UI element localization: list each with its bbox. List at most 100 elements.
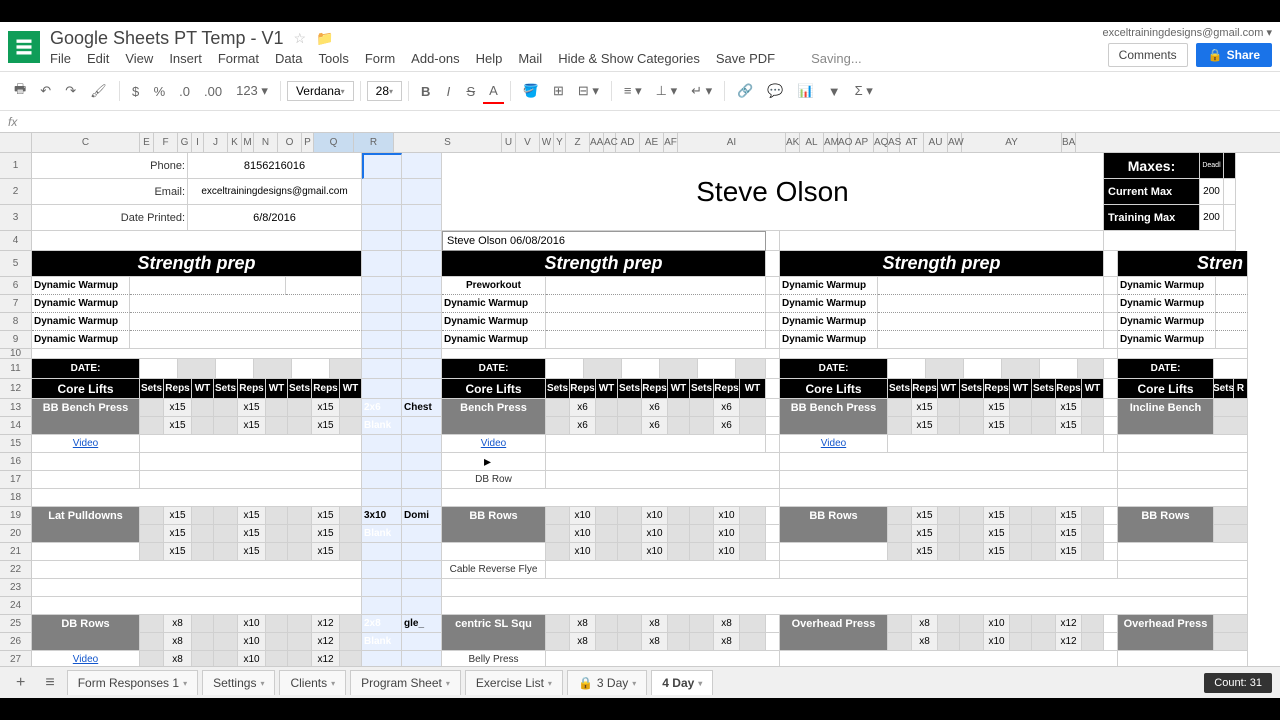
menu-mail[interactable]: Mail — [518, 51, 542, 66]
preworkout-cell[interactable]: Preworkout — [442, 277, 546, 295]
col-header[interactable]: K — [228, 133, 242, 152]
col-header[interactable]: AW — [948, 133, 962, 152]
selected-cell[interactable] — [362, 153, 402, 179]
add-sheet-button[interactable]: + — [8, 670, 33, 696]
exercise-label[interactable]: centric SL Squ — [442, 615, 546, 633]
share-button[interactable]: 🔒 Share — [1196, 43, 1272, 67]
font-size-select[interactable]: 28▾ — [367, 81, 402, 101]
row-header[interactable]: 25 — [0, 615, 31, 633]
col-header[interactable]: AT — [900, 133, 924, 152]
row-header[interactable]: 15 — [0, 435, 31, 453]
row-header[interactable]: 2 — [0, 179, 31, 205]
fill-color-button[interactable]: 🪣 — [517, 79, 545, 103]
video-link[interactable]: Video — [32, 435, 140, 453]
row-header[interactable]: 9 — [0, 331, 31, 349]
functions-button[interactable]: Σ ▾ — [849, 79, 879, 103]
menu-data[interactable]: Data — [275, 51, 302, 66]
video-link[interactable]: Video — [442, 435, 546, 453]
row-header[interactable]: 27 — [0, 651, 31, 666]
decrease-decimal-button[interactable]: .0 — [173, 80, 196, 103]
row-header[interactable]: 10 — [0, 349, 31, 359]
col-header[interactable]: M — [242, 133, 254, 152]
tab-settings[interactable]: Settings▾ — [202, 670, 275, 695]
tag-domi[interactable]: Domi — [402, 507, 442, 525]
comments-button[interactable]: Comments — [1108, 43, 1188, 67]
row-header[interactable]: 7 — [0, 295, 31, 313]
text-color-button[interactable]: A — [483, 79, 504, 104]
sheets-logo[interactable] — [8, 31, 40, 63]
menu-tools[interactable]: Tools — [318, 51, 348, 66]
col-header-selected[interactable]: Q — [314, 133, 354, 152]
menu-savepdf[interactable]: Save PDF — [716, 51, 775, 66]
exercise-label[interactable]: BB Bench Press — [32, 399, 140, 417]
col-header[interactable]: AE — [640, 133, 664, 152]
number-format-button[interactable]: 123 ▾ — [230, 79, 274, 103]
filter-button[interactable]: ▼ — [822, 80, 847, 103]
tab-clients[interactable]: Clients▾ — [279, 670, 346, 695]
link-button[interactable]: 🔗 — [731, 79, 759, 103]
menu-format[interactable]: Format — [218, 51, 259, 66]
col-header[interactable]: J — [204, 133, 228, 152]
col-header[interactable]: AC — [604, 133, 616, 152]
menu-hideshow[interactable]: Hide & Show Categories — [558, 51, 700, 66]
col-header[interactable]: P — [302, 133, 314, 152]
row-header[interactable]: 23 — [0, 579, 31, 597]
cell[interactable] — [362, 205, 402, 231]
col-header[interactable]: AF — [664, 133, 678, 152]
tag-2x8[interactable]: 2x8 — [362, 615, 402, 633]
col-header[interactable]: AA — [590, 133, 604, 152]
col-header[interactable]: BA — [1062, 133, 1076, 152]
col-header[interactable]: AI — [678, 133, 786, 152]
tab-form-responses[interactable]: Form Responses 1▾ — [67, 670, 198, 695]
undo-icon[interactable]: ↶ — [34, 79, 57, 103]
increase-decimal-button[interactable]: .00 — [198, 80, 228, 103]
wrap-button[interactable]: ↵ ▾ — [685, 79, 718, 103]
col-header[interactable]: AU — [924, 133, 948, 152]
row-header[interactable]: 13 — [0, 399, 31, 417]
tab-program-sheet[interactable]: Program Sheet▾ — [350, 670, 461, 695]
col-header[interactable]: G — [178, 133, 192, 152]
menu-edit[interactable]: Edit — [87, 51, 109, 66]
row-header[interactable]: 8 — [0, 313, 31, 331]
cell[interactable] — [442, 205, 1104, 231]
row-header[interactable]: 20 — [0, 525, 31, 543]
exercise-label[interactable]: Lat Pulldowns — [32, 507, 140, 525]
phone-value[interactable]: 8156216016 — [188, 153, 362, 179]
cell[interactable] — [402, 205, 442, 231]
cell[interactable] — [402, 179, 442, 205]
menu-view[interactable]: View — [125, 51, 153, 66]
col-header[interactable]: O — [278, 133, 302, 152]
row-header[interactable]: 21 — [0, 543, 31, 561]
row-header[interactable]: 16 — [0, 453, 31, 471]
exercise-label[interactable]: BB Rows — [442, 507, 546, 525]
menu-help[interactable]: Help — [476, 51, 503, 66]
col-header[interactable]: AP — [850, 133, 874, 152]
col-header[interactable]: E — [140, 133, 154, 152]
max-value[interactable]: 200 — [1200, 205, 1224, 231]
col-header[interactable]: AY — [962, 133, 1062, 152]
row-header[interactable]: 1 — [0, 153, 31, 179]
cell[interactable] — [402, 153, 442, 179]
col-header[interactable]: Z — [566, 133, 590, 152]
menu-form[interactable]: Form — [365, 51, 395, 66]
col-header[interactable]: S — [394, 133, 502, 152]
col-header[interactable]: AQ — [874, 133, 888, 152]
strikethrough-button[interactable]: S — [460, 80, 481, 103]
borders-button[interactable]: ⊞ — [547, 79, 570, 103]
email-value[interactable]: exceltrainingdesigns@gmail.com — [188, 179, 362, 205]
exercise-label[interactable]: Bench Press — [442, 399, 546, 417]
tag-blank[interactable]: Blank — [362, 525, 402, 543]
italic-button[interactable]: I — [438, 80, 458, 103]
spreadsheet-grid[interactable]: C E F G I J K M N O P Q R S U V W Y Z AA… — [0, 133, 1280, 666]
tag-gle[interactable]: gle_ — [402, 615, 442, 633]
row-header[interactable]: 26 — [0, 633, 31, 651]
date-value[interactable]: 6/8/2016 — [188, 205, 362, 231]
col-header[interactable]: AM — [824, 133, 838, 152]
merge-button[interactable]: ⊟ ▾ — [572, 79, 605, 103]
document-title[interactable]: Google Sheets PT Temp - V1 — [50, 28, 283, 49]
exercise-label[interactable]: DB Rows — [32, 615, 140, 633]
row-header[interactable]: 17 — [0, 471, 31, 489]
tab-4-day[interactable]: 4 Day▾ — [651, 670, 713, 695]
col-header[interactable]: AD — [616, 133, 640, 152]
col-header[interactable]: Y — [554, 133, 566, 152]
